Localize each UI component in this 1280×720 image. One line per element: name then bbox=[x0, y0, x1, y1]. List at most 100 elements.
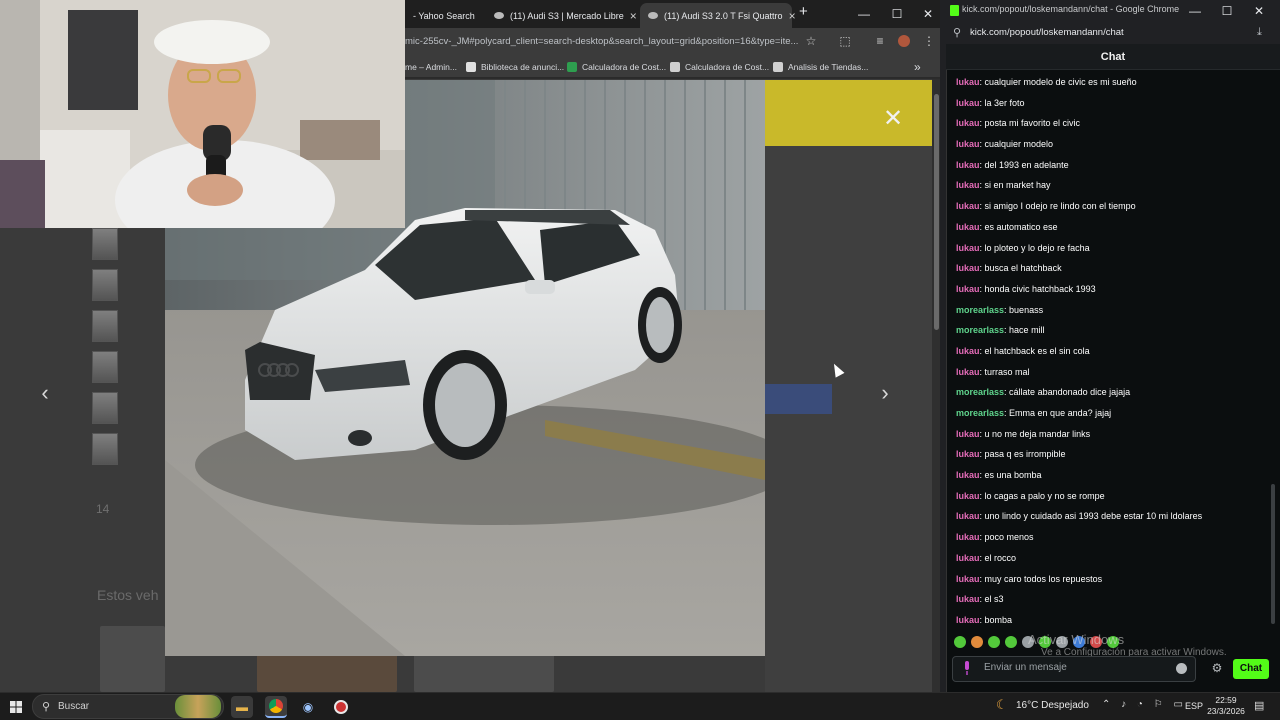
chat-send-button[interactable]: Chat bbox=[1233, 659, 1269, 679]
close-window-button[interactable]: ✕ bbox=[912, 0, 944, 28]
bookmark-star-icon[interactable]: ☆ bbox=[802, 32, 820, 50]
chat-settings-icon[interactable]: ⚙ bbox=[1209, 660, 1225, 676]
bookmark-item[interactable]: Calculadora de Cost... bbox=[670, 56, 769, 78]
tab-audi-listing[interactable]: (11) Audi S3 2.0 T Fsi Quattro × bbox=[640, 3, 796, 28]
tab-mercadolibre-search[interactable]: (11) Audi S3 | Mercado Libre × bbox=[486, 3, 638, 28]
chat-username[interactable]: lukau bbox=[956, 118, 980, 128]
chat-username[interactable]: lukau bbox=[956, 222, 980, 232]
chat-username[interactable]: lukau bbox=[956, 98, 980, 108]
media-controls-icon[interactable]: ≡ bbox=[871, 32, 889, 50]
tab-close-icon[interactable]: × bbox=[630, 9, 637, 23]
bookmark-item[interactable]: me – Admin... bbox=[405, 56, 457, 78]
chat-message: lukau: bomba bbox=[956, 610, 1261, 631]
gallery-next-button[interactable]: › bbox=[870, 378, 900, 408]
chat-username[interactable]: lukau bbox=[956, 594, 980, 604]
extensions-icon[interactable]: ⬚ bbox=[836, 32, 854, 50]
gallery-prev-button[interactable]: ‹ bbox=[30, 378, 60, 408]
microphone-icon[interactable] bbox=[962, 661, 972, 675]
gallery-thumbnail[interactable] bbox=[92, 392, 118, 424]
chat-text: : cállate abandonado dice jajaja bbox=[1004, 387, 1131, 398]
emote-icon[interactable] bbox=[1005, 636, 1017, 648]
url-field[interactable]: mic-255cv-_JM#polycard_client=search-des… bbox=[405, 30, 825, 54]
similar-vehicles-title: Estos veh bbox=[97, 587, 159, 603]
minimize-button[interactable]: — bbox=[848, 0, 880, 28]
emote-icon[interactable] bbox=[971, 636, 983, 648]
chat-scrollbar[interactable] bbox=[1271, 484, 1275, 624]
kick-maximize-button[interactable]: ☐ bbox=[1212, 0, 1242, 22]
gallery-thumbnail[interactable] bbox=[92, 228, 118, 260]
chat-text: : si en market hay bbox=[979, 180, 1051, 191]
kick-url[interactable]: kick.com/popout/loskemandann/chat bbox=[970, 27, 1124, 38]
chat-username[interactable]: morearlass bbox=[956, 387, 1004, 397]
chat-username[interactable]: lukau bbox=[956, 346, 980, 356]
chat-username[interactable]: lukau bbox=[956, 574, 980, 584]
profile-avatar[interactable] bbox=[895, 32, 913, 50]
gallery-close-button[interactable]: ✕ bbox=[880, 106, 906, 132]
maximize-button[interactable]: ☐ bbox=[881, 0, 913, 28]
gallery-thumbnail[interactable] bbox=[92, 310, 118, 342]
chat-username[interactable]: lukau bbox=[956, 491, 980, 501]
language-indicator[interactable]: ESP bbox=[1185, 701, 1203, 711]
emote-icon[interactable] bbox=[954, 636, 966, 648]
chat-username[interactable]: lukau bbox=[956, 449, 980, 459]
bookmark-favicon-icon bbox=[773, 62, 783, 72]
obs-icon[interactable] bbox=[330, 696, 352, 718]
chat-username[interactable]: lukau bbox=[956, 615, 980, 625]
chat-text: : muy caro todos los repuestos bbox=[979, 573, 1103, 584]
download-icon[interactable]: ⤓ bbox=[1257, 26, 1262, 39]
chrome-icon[interactable] bbox=[265, 696, 287, 718]
tab-label: (11) Audi S3 2.0 T Fsi Quattro bbox=[664, 10, 783, 21]
browser-menu-icon[interactable]: ⋮ bbox=[920, 32, 938, 50]
chat-username[interactable]: lukau bbox=[956, 367, 980, 377]
chat-username[interactable]: lukau bbox=[956, 532, 980, 542]
chat-username[interactable]: lukau bbox=[956, 263, 980, 273]
steam-icon[interactable]: ◉ bbox=[297, 696, 319, 718]
emoji-picker-icon[interactable] bbox=[1176, 663, 1187, 674]
chat-text: : el rocco bbox=[979, 552, 1017, 563]
tab-close-icon[interactable]: × bbox=[789, 9, 796, 23]
kick-minimize-button[interactable]: — bbox=[1180, 0, 1210, 22]
taskbar-clock[interactable]: 22:59 23/3/2026 bbox=[1204, 695, 1248, 717]
windows-start-icon[interactable] bbox=[6, 697, 26, 717]
system-tray-icons[interactable]: ⌃ ♪ ◔ ⚐ ▭ bbox=[1102, 699, 1187, 710]
chat-username[interactable]: lukau bbox=[956, 243, 980, 253]
listing-side-panel bbox=[765, 146, 932, 692]
emote-icon[interactable] bbox=[988, 636, 1000, 648]
chat-text: : es automatico ese bbox=[979, 221, 1058, 232]
bookmarks-overflow-icon[interactable]: » bbox=[914, 56, 921, 78]
chat-username[interactable]: lukau bbox=[956, 284, 980, 294]
bookmark-item[interactable]: Calculadora de Cost... bbox=[567, 56, 666, 78]
gallery-thumbnail[interactable] bbox=[92, 351, 118, 383]
chat-message: lukau: es automatico ese bbox=[956, 217, 1261, 238]
chat-username[interactable]: lukau bbox=[956, 77, 980, 87]
gallery-thumbnail[interactable] bbox=[92, 269, 118, 301]
chat-username[interactable]: morearlass bbox=[956, 305, 1004, 315]
notification-icon[interactable]: ▤ bbox=[1254, 699, 1264, 712]
chat-username[interactable]: lukau bbox=[956, 160, 980, 170]
clock-time: 22:59 bbox=[1215, 695, 1237, 705]
chat-username[interactable]: lukau bbox=[956, 201, 980, 211]
bookmark-item[interactable]: Biblioteca de anunci... bbox=[466, 56, 564, 78]
chat-username[interactable]: morearlass bbox=[956, 408, 1004, 418]
weather-widget[interactable]: 16°C Despejado bbox=[1016, 700, 1089, 711]
bookmark-item[interactable]: Analisis de Tiendas... bbox=[773, 56, 868, 78]
chat-username[interactable]: lukau bbox=[956, 180, 980, 190]
kick-close-button[interactable]: ✕ bbox=[1244, 0, 1274, 22]
chat-username[interactable]: morearlass bbox=[956, 325, 1004, 335]
chat-username[interactable]: lukau bbox=[956, 553, 980, 563]
chat-message: lukau: la 3er foto bbox=[956, 93, 1261, 114]
file-explorer-icon[interactable]: ▬ bbox=[231, 696, 253, 718]
gallery-thumbnail[interactable] bbox=[92, 433, 118, 465]
chat-username[interactable]: lukau bbox=[956, 139, 980, 149]
similar-card[interactable] bbox=[100, 626, 165, 692]
site-info-icon[interactable]: ⚲ bbox=[953, 26, 961, 39]
tab-yahoo[interactable]: - Yahoo Search bbox=[405, 3, 485, 28]
bookmark-label: Biblioteca de anunci... bbox=[481, 62, 565, 72]
more-photos-count[interactable]: 14 bbox=[96, 502, 109, 516]
page-scrollbar-thumb[interactable] bbox=[934, 94, 939, 330]
chat-username[interactable]: lukau bbox=[956, 470, 980, 480]
chat-username[interactable]: lukau bbox=[956, 429, 980, 439]
chat-text: : la 3er foto bbox=[979, 97, 1025, 108]
chat-username[interactable]: lukau bbox=[956, 511, 980, 521]
new-tab-button[interactable]: + bbox=[799, 3, 808, 20]
